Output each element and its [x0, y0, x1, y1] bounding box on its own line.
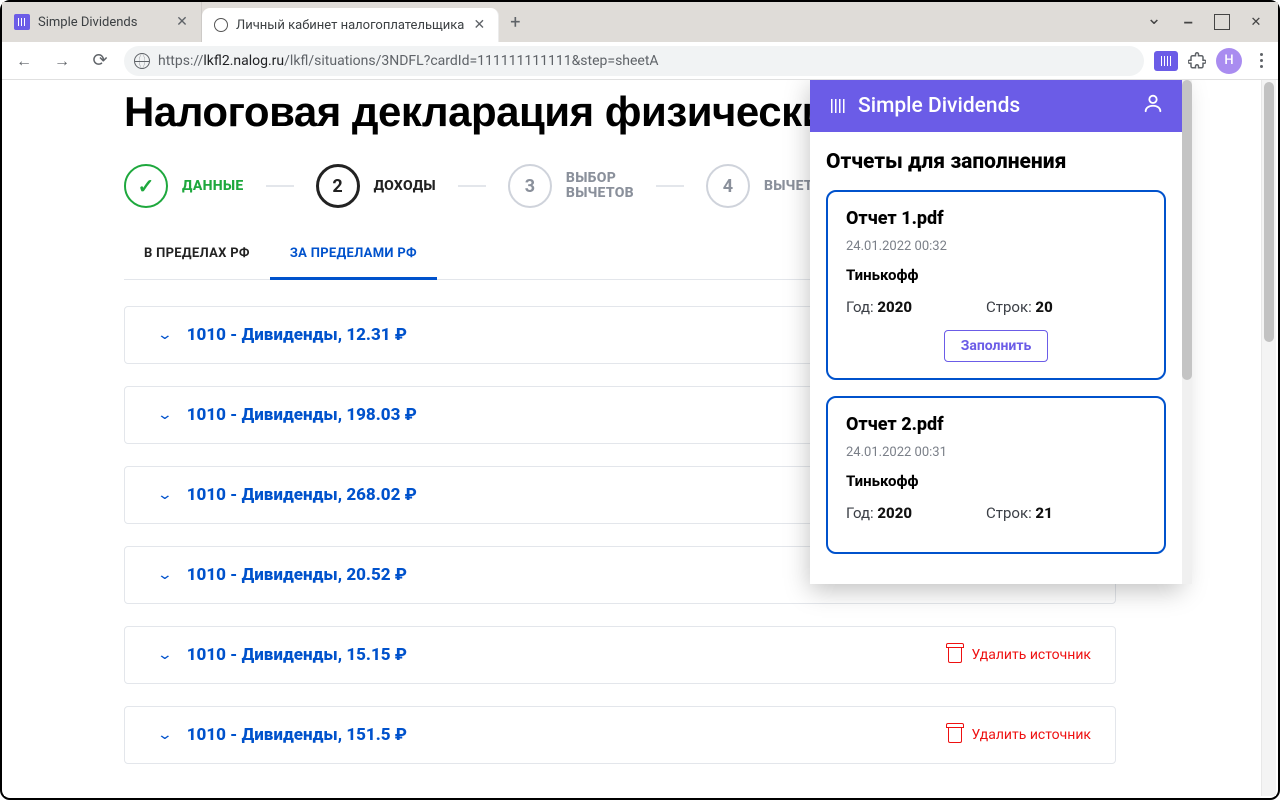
window-close-icon[interactable]	[1248, 14, 1264, 30]
panel-scrollbar[interactable]	[1182, 80, 1192, 584]
new-tab-button[interactable]: +	[499, 2, 531, 42]
extension-panel: Simple Dividends Отчеты для заполнения О…	[810, 80, 1182, 584]
report-date: 24.01.2022 00:32	[846, 239, 1146, 254]
panel-heading: Отчеты для заполнения	[826, 150, 1166, 174]
income-row-title: 1010 - Дивиденды, 268.02 ₽	[187, 485, 417, 505]
back-button[interactable]	[10, 47, 38, 75]
chevron-down-icon[interactable]	[1146, 14, 1162, 30]
check-icon	[124, 164, 168, 208]
chevron-down-icon: ⌄	[157, 567, 173, 583]
browser-tabstrip: Simple Dividends ✕ Личный кабинет налого…	[2, 2, 1278, 42]
chevron-down-icon: ⌄	[157, 727, 173, 743]
reload-button[interactable]	[86, 47, 114, 75]
step-income[interactable]: 2 ДОХОДЫ	[316, 164, 436, 208]
tab-title: Личный кабинет налогоплательщика	[236, 18, 464, 33]
browser-tab[interactable]: Simple Dividends ✕	[2, 2, 202, 42]
fill-button[interactable]: Заполнить	[944, 330, 1049, 362]
browser-tab-active[interactable]: Личный кабинет налогоплательщика ✕	[202, 8, 499, 42]
extensions-icon[interactable]	[1188, 52, 1206, 70]
income-row-title: 1010 - Дивиденды, 12.31 ₽	[187, 325, 407, 345]
browser-toolbar: https://lkfl2.nalog.ru/lkfl/situations/3…	[2, 42, 1278, 80]
favicon-nalog-icon	[214, 18, 228, 32]
forward-button[interactable]	[48, 47, 76, 75]
report-name: Отчет 1.pdf	[846, 208, 1146, 229]
report-date: 24.01.2022 00:31	[846, 445, 1146, 460]
delete-source-button[interactable]: Удалить источник	[948, 727, 1091, 743]
minimize-icon[interactable]	[1180, 14, 1196, 30]
extension-simple-dividends-icon[interactable]	[1154, 51, 1178, 71]
profile-avatar[interactable]: Н	[1216, 48, 1242, 74]
favicon-simple-dividends-icon	[14, 14, 30, 30]
trash-icon	[948, 727, 962, 743]
income-row-title: 1010 - Дивиденды, 198.03 ₽	[187, 405, 417, 425]
delete-source-button[interactable]: Удалить источник	[948, 647, 1091, 663]
chevron-down-icon: ⌄	[157, 487, 173, 503]
step-deductions[interactable]: 4 ВЫЧЕТЫ	[706, 164, 825, 208]
report-card[interactable]: Отчет 2.pdf24.01.2022 00:31ТинькоффГод: …	[826, 396, 1166, 554]
tab-title: Simple Dividends	[38, 15, 167, 30]
income-row-title: 1010 - Дивиденды, 151.5 ₽	[187, 725, 407, 745]
chevron-down-icon: ⌄	[157, 647, 173, 663]
maximize-icon[interactable]	[1214, 14, 1230, 30]
close-icon[interactable]: ✕	[472, 18, 486, 32]
address-bar[interactable]: https://lkfl2.nalog.ru/lkfl/situations/3…	[124, 46, 1144, 76]
user-icon[interactable]	[1142, 92, 1164, 120]
extension-header: Simple Dividends	[810, 80, 1182, 132]
income-row[interactable]: ⌄ 1010 - Дивиденды, 15.15 ₽ Удалить источн…	[124, 626, 1116, 684]
chevron-down-icon: ⌄	[157, 407, 173, 423]
url-text: https://lkfl2.nalog.ru/lkfl/situations/3…	[158, 53, 659, 69]
close-icon[interactable]: ✕	[175, 15, 189, 29]
step-data[interactable]: ДАННЫЕ	[124, 164, 244, 208]
chevron-down-icon: ⌄	[157, 327, 173, 343]
tab-within-rf[interactable]: В ПРЕДЕЛАХ РФ	[124, 230, 270, 279]
report-card[interactable]: Отчет 1.pdf24.01.2022 00:32ТинькоффГод: …	[826, 190, 1166, 380]
tab-outside-rf[interactable]: ЗА ПРЕДЕЛАМИ РФ	[270, 230, 437, 280]
kebab-menu-icon[interactable]	[1252, 53, 1270, 68]
extension-brand: Simple Dividends	[858, 94, 1020, 118]
report-broker: Тинькофф	[846, 266, 1146, 284]
trash-icon	[948, 647, 962, 663]
report-name: Отчет 2.pdf	[846, 414, 1146, 435]
step-deduction-choice[interactable]: 3 ВЫБОРВЫЧЕТОВ	[508, 164, 634, 208]
window-controls	[1132, 2, 1278, 42]
income-row-title: 1010 - Дивиденды, 15.15 ₽	[187, 645, 407, 665]
page-scrollbar[interactable]	[1261, 80, 1276, 796]
income-row-title: 1010 - Дивиденды, 20.52 ₽	[187, 565, 407, 585]
report-broker: Тинькофф	[846, 472, 1146, 490]
globe-icon	[134, 53, 150, 69]
income-row[interactable]: ⌄ 1010 - Дивиденды, 151.5 ₽ Удалить источн…	[124, 706, 1116, 764]
simple-dividends-logo-icon	[828, 96, 848, 116]
